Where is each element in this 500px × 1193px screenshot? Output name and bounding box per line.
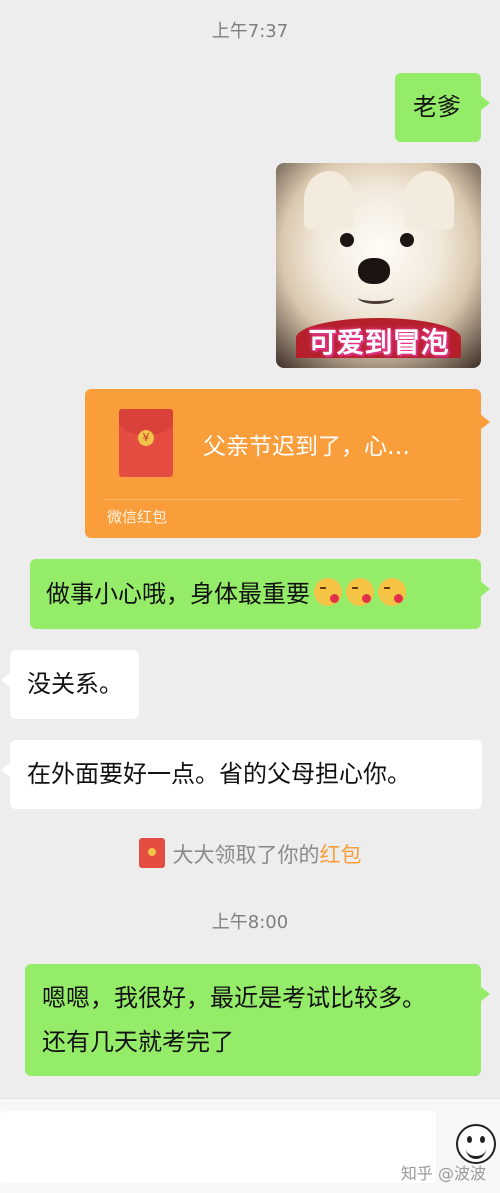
kissing-face-icon — [346, 578, 374, 606]
message-bubble[interactable]: 嗯嗯，我很好，最近是考试比较多。 还有几天就考完了 — [25, 964, 490, 1076]
kissing-face-icon — [314, 578, 342, 606]
dog-mouth — [358, 291, 394, 304]
image-message-dog[interactable]: 可爱到冒泡 — [276, 163, 481, 368]
red-envelope-icon — [138, 838, 165, 868]
image-caption: 可爱到冒泡 — [308, 326, 449, 359]
divider — [105, 499, 461, 500]
message-text-line: 嗯嗯，我很好，最近是考试比较多。 — [42, 984, 426, 1012]
message-bubble[interactable]: 老爹 — [395, 73, 490, 142]
red-packet-label: 微信红包 — [107, 508, 168, 526]
message-input[interactable] — [0, 1111, 436, 1183]
red-packet-message[interactable]: ¥ 父亲节迟到了，心… 微信红包 — [85, 389, 490, 538]
notice-link[interactable]: 红包 — [320, 843, 362, 867]
message-text-line: 还有几天就考完了 — [42, 1028, 234, 1056]
dog-ear — [304, 171, 354, 229]
coin-icon: ¥ — [138, 430, 154, 446]
watermark: 知乎 @波波 — [400, 1164, 486, 1183]
notice-text: 大大领取了你的 — [172, 843, 320, 867]
message-bubble[interactable]: 做事小心哦，身体最重要 — [30, 559, 490, 629]
message-bubble[interactable]: 在外面要好一点。省的父母担心你。 — [1, 740, 482, 809]
red-packet-title: 父亲节迟到了，心… — [203, 434, 410, 460]
smiley-icon[interactable] — [456, 1124, 496, 1164]
message-text: 老爹 — [413, 93, 461, 121]
message-text: 做事小心哦，身体最重要 — [46, 580, 310, 608]
dog-eye — [400, 233, 414, 247]
message-bubble[interactable]: 没关系。 — [1, 650, 139, 719]
red-envelope-icon: ¥ — [119, 409, 173, 477]
message-text: 在外面要好一点。省的父母担心你。 — [27, 760, 411, 788]
timestamp: 上午7:37 — [211, 21, 289, 42]
timestamp: 上午8:00 — [211, 912, 289, 933]
message-text: 没关系。 — [27, 670, 123, 698]
system-notice: 大大领取了你的红包 — [0, 838, 500, 869]
dog-nose — [358, 258, 390, 284]
dog-ear — [404, 171, 454, 229]
kissing-face-icon — [378, 578, 406, 606]
dog-eye — [340, 233, 354, 247]
